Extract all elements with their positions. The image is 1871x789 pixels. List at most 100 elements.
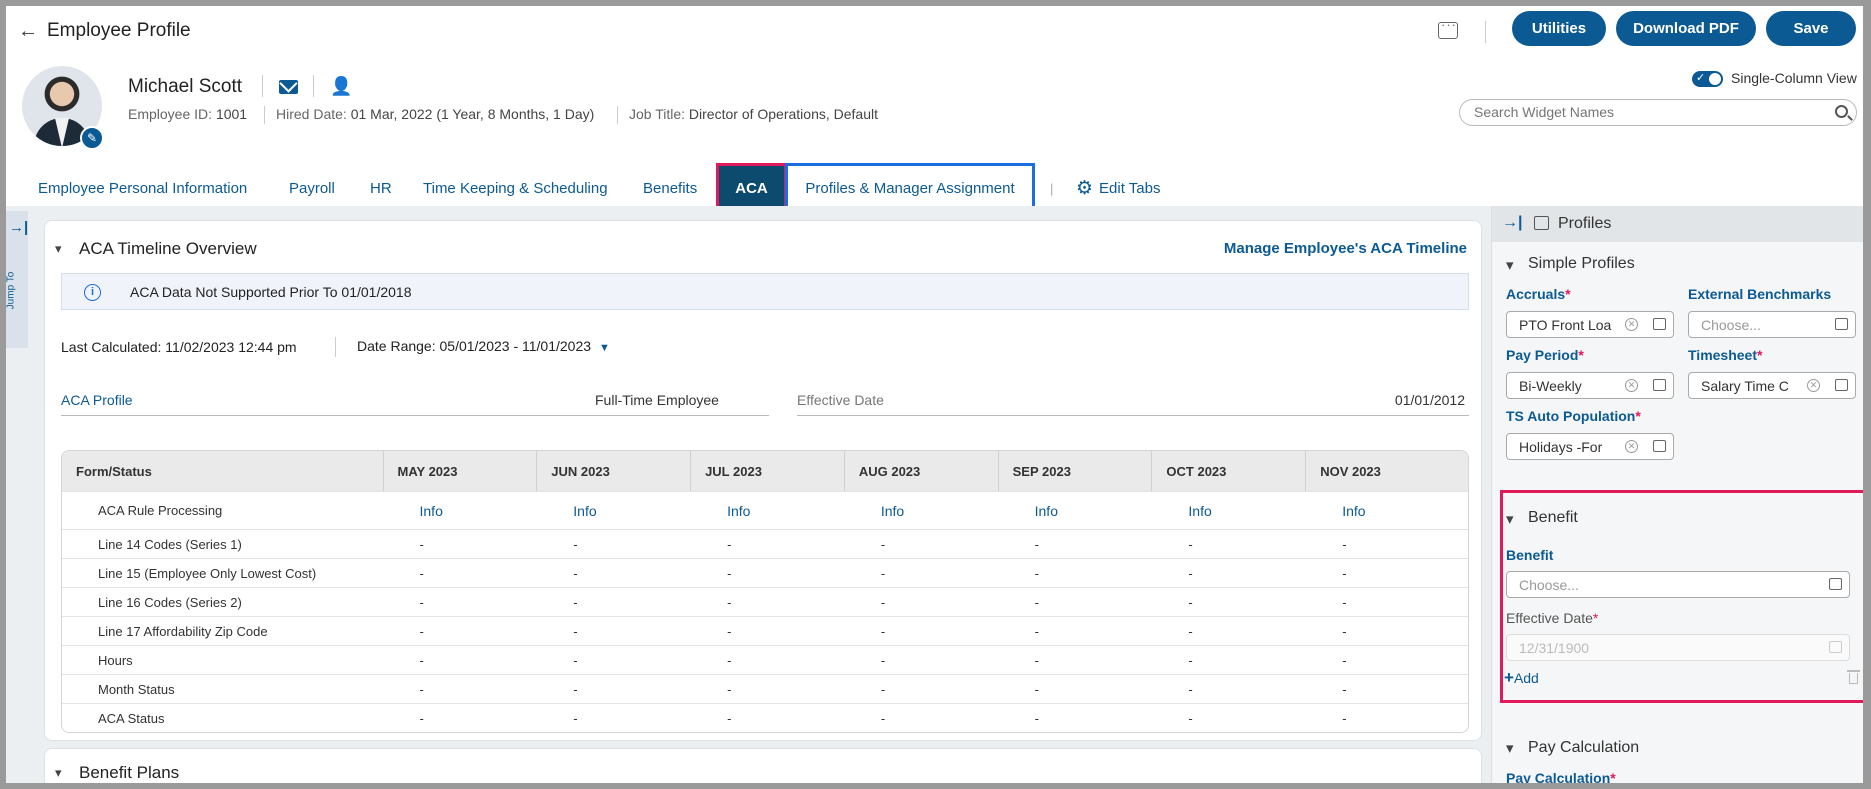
timesheet-value: Salary Time C: [1701, 378, 1789, 394]
pay-period-field[interactable]: Bi-Weekly ✕: [1506, 372, 1674, 399]
chevron-down-icon[interactable]: ▾: [55, 765, 62, 781]
table-row: Line 15 (Employee Only Lowest Cost) - - - - -…: [62, 558, 1468, 587]
lookup-icon[interactable]: [1653, 440, 1666, 452]
table-row: Month Status - - - - - - -: [62, 674, 1468, 703]
hired-date-value: 01 Mar, 2022 (1 Year, 8 Months, 1 Day): [350, 106, 595, 122]
table-cell: -: [844, 558, 999, 587]
row-label: ACA Status: [62, 703, 384, 732]
clear-icon[interactable]: ✕: [1625, 379, 1638, 392]
user-settings-icon[interactable]: 👤: [330, 76, 352, 97]
table-cell: -: [537, 674, 692, 703]
lookup-icon[interactable]: [1653, 379, 1666, 391]
edit-photo-icon[interactable]: ✎: [80, 126, 104, 150]
info-link[interactable]: Info: [1152, 491, 1307, 529]
tab-payroll[interactable]: Payroll: [289, 166, 335, 210]
divider: [335, 337, 336, 357]
tab-employee-personal-information[interactable]: Employee Personal Information: [38, 166, 247, 210]
info-link[interactable]: Info: [691, 491, 845, 529]
table-row: Line 14 Codes (Series 1) - - - - - - -: [62, 529, 1468, 558]
collapse-panel-icon[interactable]: →|: [1502, 214, 1522, 232]
expand-icon[interactable]: →|: [9, 219, 28, 236]
underline: [61, 415, 769, 416]
timesheet-field[interactable]: Salary Time C ✕: [1688, 372, 1856, 399]
aca-timeline-title: ACA Timeline Overview: [79, 239, 257, 258]
single-column-toggle[interactable]: [1692, 71, 1723, 87]
chat-icon[interactable]: [1438, 17, 1458, 39]
job-title-label: Job Title:: [629, 106, 686, 122]
benefit-plans-title: Benefit Plans: [79, 763, 180, 782]
aca-table: Form/Status MAY 2023 JUN 2023 JUL 2023 A…: [61, 450, 1469, 733]
effective-date-label: Effective Date: [797, 392, 884, 408]
lookup-icon[interactable]: [1835, 318, 1848, 330]
benefit-plans-card: ▾ Benefit Plans: [44, 748, 1482, 783]
manage-aca-timeline-link[interactable]: Manage Employee's ACA Timeline: [1224, 240, 1467, 257]
lookup-icon[interactable]: [1653, 318, 1666, 330]
external-benchmarks-field[interactable]: Choose...: [1688, 311, 1856, 338]
widget-search[interactable]: [1459, 99, 1857, 126]
tab-profiles-manager-assignment[interactable]: Profiles & Manager Assignment: [785, 163, 1035, 213]
search-icon[interactable]: [1835, 105, 1848, 118]
table-cell: -: [537, 703, 692, 732]
tab-hr[interactable]: HR: [370, 166, 392, 210]
table-row: Hours - - - - - - -: [62, 645, 1468, 674]
mail-icon[interactable]: [279, 80, 298, 94]
table-cell: -: [1152, 587, 1307, 616]
jump-to-rail[interactable]: →| Jump To: [6, 211, 28, 348]
table-cell: -: [537, 558, 692, 587]
info-link[interactable]: Info: [998, 491, 1153, 529]
info-link[interactable]: Info: [383, 491, 538, 529]
accruals-field[interactable]: PTO Front Loa ✕: [1506, 311, 1674, 338]
required-mark: *: [1757, 347, 1763, 363]
aca-profile-value: Full-Time Employee: [595, 392, 719, 408]
edit-tabs-button[interactable]: ⚙ Edit Tabs: [1076, 166, 1160, 210]
column-header: Form/Status: [62, 451, 384, 491]
table-cell: -: [998, 558, 1153, 587]
column-header: MAY 2023: [383, 451, 538, 491]
clear-icon[interactable]: ✕: [1807, 379, 1820, 392]
tab-bar: Employee Personal Information Payroll HR…: [6, 163, 1496, 213]
table-cell: -: [691, 674, 845, 703]
table-cell: -: [1306, 529, 1468, 558]
table-row: Line 16 Codes (Series 2) - - - - - - -: [62, 587, 1468, 616]
tab-benefits[interactable]: Benefits: [643, 166, 697, 210]
download-pdf-button[interactable]: Download PDF: [1616, 11, 1756, 46]
table-cell: -: [1152, 703, 1307, 732]
table-row: ACA Status - - - - - - -: [62, 703, 1468, 732]
info-link[interactable]: Info: [844, 491, 999, 529]
table-cell: -: [844, 587, 999, 616]
tab-time-keeping[interactable]: Time Keeping & Scheduling: [423, 166, 608, 210]
column-header: JUN 2023: [537, 451, 692, 491]
table-cell: -: [844, 703, 999, 732]
date-range-dropdown[interactable]: Date Range: 05/01/2023 - 11/01/2023 ▼: [357, 338, 610, 354]
aca-notice: i ACA Data Not Supported Prior To 01/01/…: [61, 273, 1469, 310]
chevron-down-icon[interactable]: ▾: [55, 241, 62, 257]
chevron-down-icon[interactable]: ▾: [1506, 256, 1514, 274]
pay-calculation-section-title: Pay Calculation: [1528, 739, 1640, 756]
ts-auto-population-value: Holidays -For: [1519, 439, 1603, 455]
back-arrow-icon[interactable]: ←: [18, 20, 38, 43]
info-link[interactable]: Info: [537, 491, 692, 529]
ts-auto-population-field[interactable]: Holidays -For ✕: [1506, 433, 1674, 460]
clear-icon[interactable]: ✕: [1625, 318, 1638, 331]
utilities-button[interactable]: Utilities: [1512, 11, 1606, 46]
pay-period-label: Pay Period*: [1506, 347, 1584, 363]
required-mark: *: [1610, 770, 1616, 783]
table-cell: -: [1306, 587, 1468, 616]
table-cell: -: [1152, 616, 1307, 645]
table-cell: -: [998, 529, 1153, 558]
lookup-icon[interactable]: [1835, 379, 1848, 391]
employee-name: Michael Scott: [128, 76, 243, 97]
gear-icon: ⚙: [1076, 177, 1094, 199]
info-icon: i: [84, 284, 101, 301]
panel-header: →| Profiles: [1492, 206, 1863, 242]
info-link[interactable]: Info: [1306, 491, 1468, 529]
clear-icon[interactable]: ✕: [1625, 440, 1638, 453]
aca-profile-link[interactable]: ACA Profile: [61, 392, 133, 408]
accruals-label-text: Accruals: [1506, 286, 1566, 302]
chevron-down-icon[interactable]: ▾: [1506, 739, 1514, 757]
search-input[interactable]: [1474, 104, 1814, 120]
column-header: OCT 2023: [1152, 451, 1307, 491]
save-button[interactable]: Save: [1766, 11, 1856, 46]
table-cell: -: [537, 645, 692, 674]
tab-aca[interactable]: ACA: [716, 163, 787, 213]
